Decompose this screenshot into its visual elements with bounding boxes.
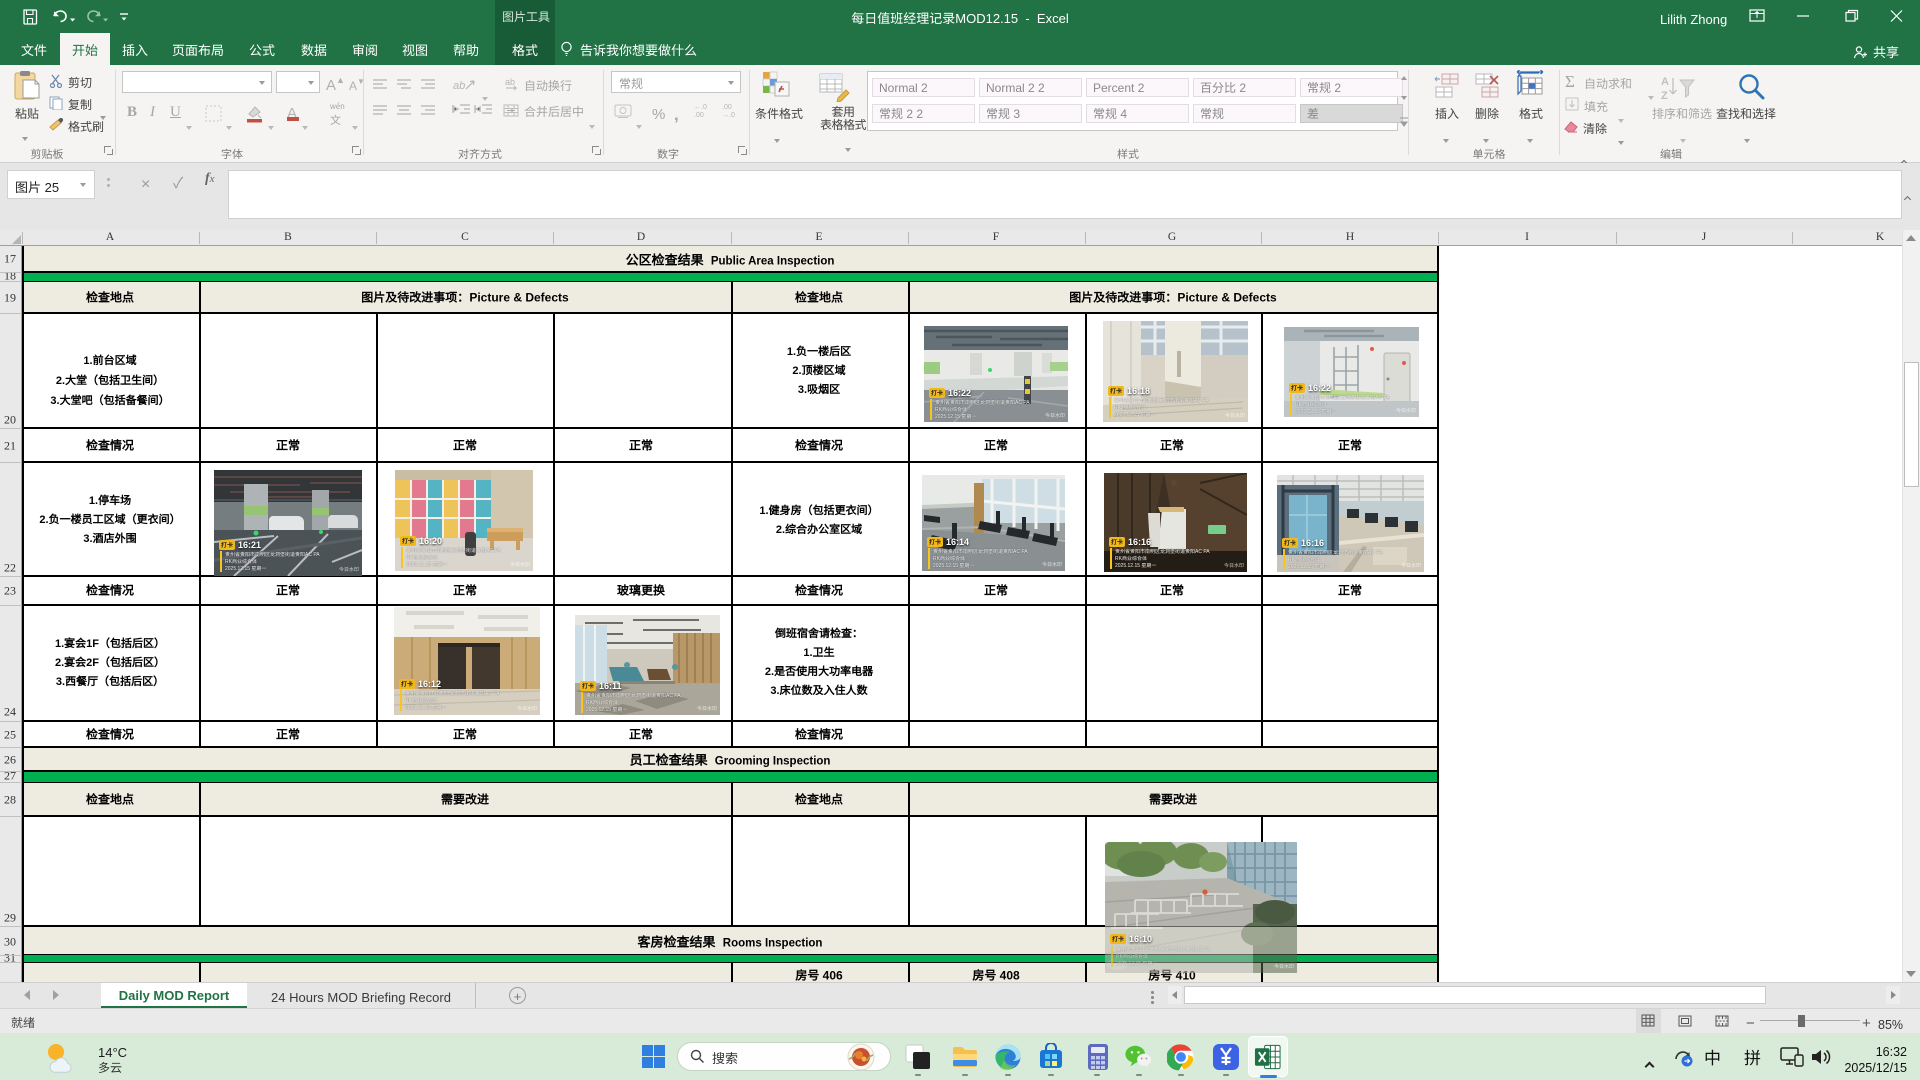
svg-text:ab: ab [505, 77, 515, 88]
svg-text:.00: .00 [722, 104, 732, 111]
svg-text:ab: ab [453, 78, 465, 92]
svg-text:←.0: ←.0 [694, 104, 707, 111]
svg-text:→.0: →.0 [722, 112, 735, 119]
svg-text:.00: .00 [694, 112, 704, 119]
svg-text:Z: Z [1661, 87, 1668, 102]
